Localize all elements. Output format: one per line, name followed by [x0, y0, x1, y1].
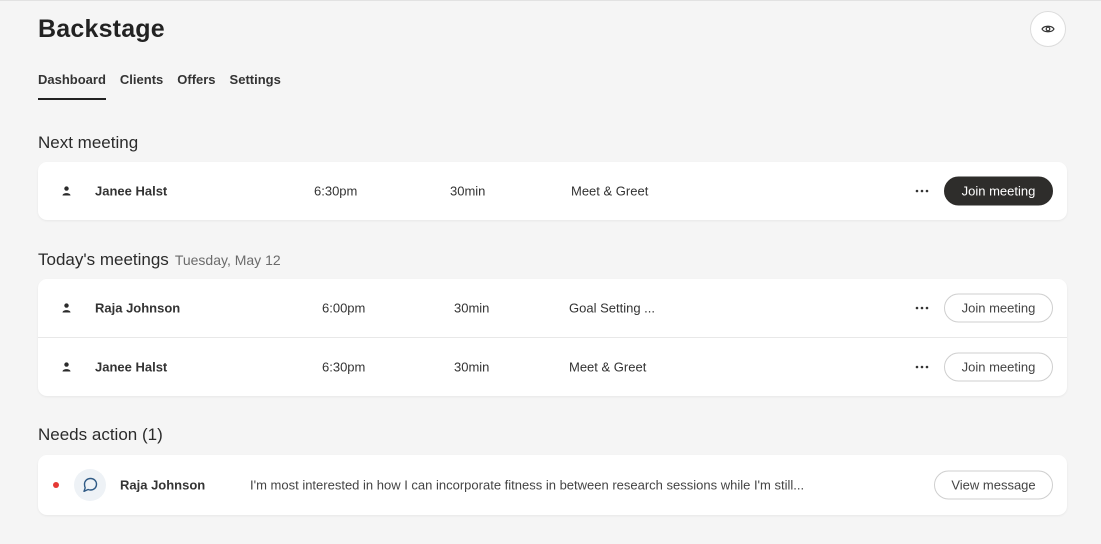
- todays-meetings-heading: Today's meetings Tuesday, May 12: [38, 250, 281, 270]
- view-message-button[interactable]: View message: [934, 470, 1053, 500]
- tab-clients[interactable]: Clients: [120, 72, 163, 100]
- join-meeting-button[interactable]: Join meeting: [944, 352, 1053, 382]
- person-icon: [60, 185, 72, 197]
- person-icon: [60, 361, 72, 373]
- preview-button[interactable]: [1030, 11, 1066, 47]
- meeting-time: 6:00pm: [322, 300, 366, 316]
- meeting-type: Meet & Greet: [569, 359, 647, 375]
- needs-action-heading: Needs action (1): [38, 425, 163, 444]
- meeting-duration: 30min: [454, 359, 490, 375]
- next-meeting-card: Janee Halst 6:30pm 30min Meet & Greet Jo…: [38, 162, 1067, 220]
- todays-date: Tuesday, May 12: [174, 252, 281, 268]
- top-divider: [0, 0, 1101, 1]
- more-options-icon[interactable]: [914, 183, 930, 199]
- app-title: Backstage: [38, 15, 165, 43]
- sender-name: Raja Johnson: [120, 477, 206, 493]
- client-name: Janee Halst: [95, 359, 168, 375]
- meeting-time: 6:30pm: [314, 183, 358, 199]
- unread-indicator: [53, 482, 59, 488]
- meeting-duration: 30min: [450, 183, 486, 199]
- more-options-icon[interactable]: [914, 300, 930, 316]
- meeting-type: Meet & Greet: [571, 183, 649, 199]
- chat-bubble-icon: [81, 476, 99, 494]
- person-icon: [60, 302, 72, 314]
- meeting-row: Janee Halst 6:30pm 30min Meet & Greet Jo…: [38, 337, 1067, 396]
- message-preview: I'm most interested in how I can incorpo…: [250, 477, 805, 493]
- join-meeting-button[interactable]: Join meeting: [944, 176, 1053, 206]
- todays-meetings-title: Today's meetings: [38, 250, 169, 269]
- tab-bar: Dashboard Clients Offers Settings: [38, 72, 281, 100]
- meeting-row: Janee Halst 6:30pm 30min Meet & Greet Jo…: [38, 162, 1067, 220]
- eye-icon: [1041, 24, 1055, 34]
- chat-avatar: [74, 469, 106, 501]
- join-meeting-button[interactable]: Join meeting: [944, 293, 1053, 323]
- meeting-type: Goal Setting ...: [569, 300, 655, 316]
- todays-meetings-card: Raja Johnson 6:00pm 30min Goal Setting .…: [38, 279, 1067, 396]
- message-row[interactable]: Raja Johnson I'm most interested in how …: [38, 455, 1067, 515]
- tab-settings[interactable]: Settings: [230, 72, 281, 100]
- meeting-row: Raja Johnson 6:00pm 30min Goal Setting .…: [38, 279, 1067, 337]
- meeting-time: 6:30pm: [322, 359, 366, 375]
- tab-dashboard[interactable]: Dashboard: [38, 72, 106, 100]
- more-options-icon[interactable]: [914, 359, 930, 375]
- meeting-duration: 30min: [454, 300, 490, 316]
- tab-offers[interactable]: Offers: [177, 72, 215, 100]
- client-name: Raja Johnson: [95, 300, 181, 316]
- client-name: Janee Halst: [95, 183, 168, 199]
- next-meeting-heading: Next meeting: [38, 133, 139, 152]
- needs-action-card: Raja Johnson I'm most interested in how …: [38, 455, 1067, 515]
